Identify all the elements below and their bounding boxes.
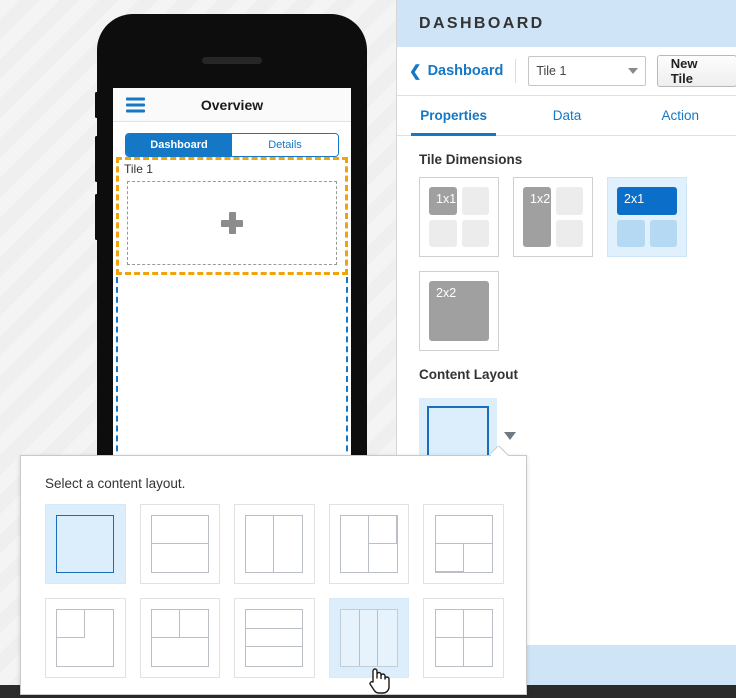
tile-dimension-2x2[interactable]: 2x2 <box>419 271 499 351</box>
tile-dimensions-row-1: 1x1 1x2 2x1 <box>397 177 736 257</box>
layout-option-quad[interactable] <box>423 598 504 678</box>
content-layout-popup: Select a content layout. <box>20 455 527 695</box>
content-layout-dropdown-icon[interactable] <box>504 432 516 440</box>
chevron-down-icon <box>627 68 638 74</box>
phone-tile-selected[interactable]: Tile 1 <box>116 157 348 275</box>
breadcrumb-bar: ❮ Dashboard Tile 1 New Tile <box>397 47 736 96</box>
tile-dimensions-row-2: 2x2 <box>397 271 736 351</box>
segment-dashboard[interactable]: Dashboard <box>126 134 232 156</box>
tile-select-value: Tile 1 <box>536 64 567 78</box>
layout-option-top-split-bottom-full[interactable] <box>139 598 221 678</box>
tab-data[interactable]: Data <box>510 96 623 135</box>
phone-button-volume-down <box>95 194 98 240</box>
breadcrumb-back[interactable]: ❮ Dashboard <box>409 63 503 79</box>
layout-option-left-split-right-full[interactable] <box>45 598 126 678</box>
phone-tile-dropzone[interactable] <box>127 181 337 265</box>
plus-icon[interactable] <box>221 212 243 234</box>
layout-option-left-full-right-split[interactable] <box>328 504 410 584</box>
phone-button-volume-up <box>95 136 98 182</box>
phone-speaker <box>202 57 262 64</box>
phone-button-silent <box>95 92 98 118</box>
tile-dimension-2x1[interactable]: 2x1 <box>607 177 687 257</box>
segment-details[interactable]: Details <box>232 134 338 156</box>
tile-dimensions-title: Tile Dimensions <box>419 152 523 167</box>
layout-option-single[interactable] <box>45 504 126 584</box>
panel-tabs: Properties Data Action <box>397 96 736 136</box>
layout-option-three-rows[interactable] <box>234 598 315 678</box>
tile-select-dropdown[interactable]: Tile 1 <box>528 56 646 86</box>
layout-option-two-rows[interactable] <box>139 504 221 584</box>
page-title: DASHBOARD <box>419 14 545 32</box>
breadcrumb-label: Dashboard <box>427 63 504 79</box>
toolbar-divider <box>515 59 517 83</box>
content-layout-title: Content Layout <box>419 367 518 382</box>
tile-dimension-1x1[interactable]: 1x1 <box>419 177 499 257</box>
phone-tile-label: Tile 1 <box>124 162 153 176</box>
panel-header: DASHBOARD <box>397 0 736 47</box>
popup-pointer <box>491 446 511 456</box>
new-tile-button[interactable]: New Tile <box>656 55 736 87</box>
chevron-left-icon: ❮ <box>409 62 422 80</box>
phone-nav-title: Overview <box>200 96 264 113</box>
content-layout-grid <box>21 491 526 678</box>
phone-navbar: Overview <box>113 88 351 122</box>
popup-prompt: Select a content layout. <box>45 476 186 491</box>
tab-properties[interactable]: Properties <box>397 96 510 136</box>
phone-segmented-control[interactable]: Dashboard Details <box>125 133 339 157</box>
tile-dimension-1x2[interactable]: 1x2 <box>513 177 593 257</box>
hamburger-menu-icon[interactable] <box>126 94 145 115</box>
tab-action[interactable]: Action <box>624 96 736 135</box>
hand-pointer-cursor <box>369 668 390 694</box>
layout-option-two-columns[interactable] <box>234 504 315 584</box>
layout-option-top-full-bottom-split[interactable] <box>423 504 504 584</box>
